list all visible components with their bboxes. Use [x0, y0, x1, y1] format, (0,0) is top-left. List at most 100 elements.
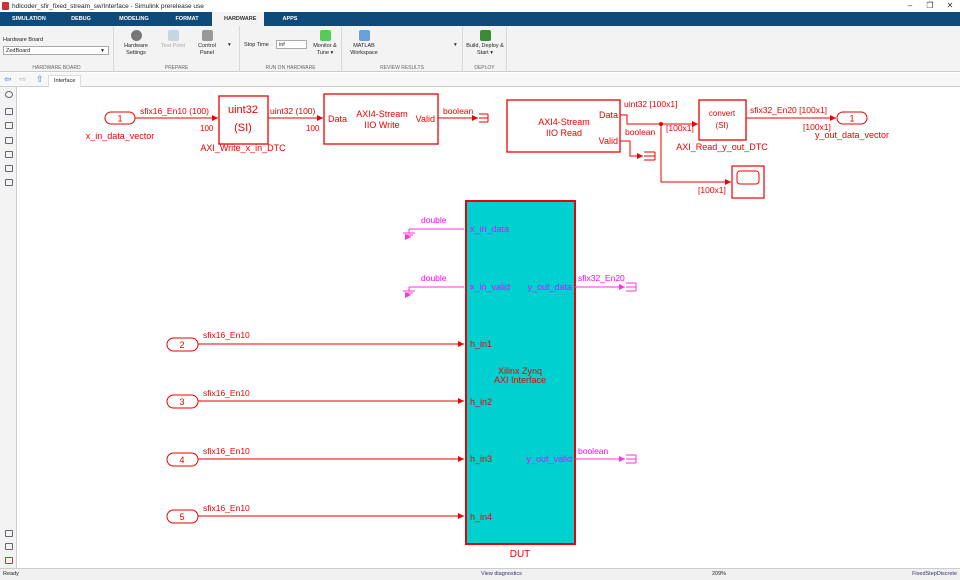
section-label: PREPARE	[164, 65, 189, 71]
inport-h-in4[interactable]: 5	[166, 509, 199, 524]
signal-label: sfix16_En10	[203, 446, 250, 456]
signal-label: double	[421, 215, 447, 225]
ribbon: Hardware Board ZedBoard ▼ HARDWARE BOARD …	[0, 26, 960, 72]
ribbon-tabs: SIMULATION DEBUG MODELING FORMAT HARDWAR…	[0, 12, 960, 34]
fit-view-icon[interactable]	[5, 122, 13, 129]
simulink-icon	[2, 2, 9, 10]
hide-show-icon[interactable]	[5, 91, 13, 98]
solver-link[interactable]: FixedStepDiscrete	[912, 569, 957, 580]
terminator[interactable]	[626, 454, 637, 464]
minimize-button[interactable]: –	[900, 0, 920, 12]
inport-h-in3[interactable]: 4	[166, 452, 199, 467]
build-deploy-button[interactable]: Build, Deploy & Start ▾	[465, 30, 505, 57]
block-text: (SI)	[716, 121, 729, 130]
arrows-icon[interactable]	[5, 137, 13, 144]
block-name: AXI_Write_x_in_DTC	[200, 143, 286, 153]
terminator[interactable]	[644, 151, 656, 161]
hardware-board-dropdown[interactable]: ZedBoard ▼	[3, 46, 109, 55]
tab-apps[interactable]: APPS	[264, 12, 316, 26]
signal-label: boolean	[625, 127, 656, 137]
port-label: h_in4	[470, 512, 492, 522]
tab-simulation[interactable]: SIMULATION	[0, 12, 56, 26]
prepare-more-button[interactable]: ▾	[228, 42, 231, 49]
maximize-button[interactable]: ❐	[920, 0, 940, 12]
terminator[interactable]	[626, 282, 637, 292]
status-bar: Ready View diagnostics 209% FixedStepDis…	[0, 568, 960, 580]
signal-line[interactable]	[620, 140, 643, 159]
matlab-workspace-button[interactable]: MATLAB Workspace	[346, 30, 382, 57]
title-bar: hdlcoder_sfir_fixed_stream_sw/Interface …	[0, 0, 960, 12]
button-label: Control Panel	[198, 43, 216, 56]
inport-x-in-data-vector[interactable]: 1 x_in_data_vector	[86, 111, 155, 141]
inport-h-in1[interactable]: 2	[166, 337, 199, 352]
explorer-icon[interactable]	[5, 543, 13, 550]
forward-icon[interactable]: ⇨	[19, 74, 27, 85]
block-name: y_out_data_vector	[815, 130, 889, 140]
image-icon[interactable]	[5, 151, 13, 158]
area-icon[interactable]	[5, 179, 13, 186]
iio-write-block[interactable]: Data AXI4-Stream IIO Write Valid	[323, 93, 439, 145]
signal-label: sfix32_En20 [100x1]	[750, 105, 827, 115]
signal-label: sfix16_En10	[203, 388, 250, 398]
hardware-settings-button[interactable]: Hardware Settings	[118, 30, 154, 57]
port-number: 1	[849, 114, 854, 124]
port-number: 2	[179, 340, 184, 350]
block-text: IIO Read	[546, 128, 582, 138]
deploy-icon	[479, 30, 491, 41]
scope-block[interactable]	[731, 165, 765, 199]
block-text: IIO Write	[364, 120, 399, 130]
hardware-board-section: Hardware Board ZedBoard ▼ HARDWARE BOARD	[0, 26, 114, 72]
signal-label: sfix16_En10	[203, 330, 250, 340]
port-label: h_in1	[470, 339, 492, 349]
signal-dim: 100	[200, 124, 214, 133]
stop-time-label: Stop Time	[244, 42, 269, 48]
port-number: 1	[117, 114, 122, 124]
view-diagnostics-link[interactable]: View diagnostics	[481, 569, 522, 580]
block-text: uint32	[228, 104, 258, 116]
tab-modeling[interactable]: MODELING	[106, 12, 162, 26]
test-point-button[interactable]: Test Point	[158, 30, 188, 50]
signal-label: sfix16_En10	[203, 503, 250, 513]
zoom-icon[interactable]	[5, 108, 13, 115]
collapse-icon[interactable]	[5, 557, 13, 564]
annotation-icon[interactable]	[5, 165, 13, 172]
terminator[interactable]	[479, 113, 489, 123]
block-diagram: 1 x_in_data_vector sfix16_En10 (100) 100…	[86, 93, 889, 560]
signal-label: sfix32_En20	[578, 273, 625, 283]
dtc-read-block[interactable]: convert (SI)	[698, 99, 747, 141]
signal-dim: [100x1]	[698, 185, 726, 195]
port-number: 5	[179, 512, 184, 522]
inport-h-in2[interactable]: 3	[166, 394, 199, 409]
deploy-section: Build, Deploy & Start ▾ DEPLOY	[463, 26, 507, 72]
ground-x-in-valid[interactable]	[403, 286, 464, 295]
close-button[interactable]: ✕	[940, 0, 960, 12]
tab-debug[interactable]: DEBUG	[56, 12, 106, 26]
dtc-write-block[interactable]: uint32 (SI)	[218, 95, 269, 145]
block-name: x_in_data_vector	[86, 131, 155, 141]
review-more-button[interactable]: ▾	[454, 42, 457, 49]
port-label: Data	[328, 114, 347, 124]
tab-hardware[interactable]: HARDWARE	[212, 12, 264, 26]
back-icon[interactable]: ⇦	[4, 74, 12, 85]
iio-read-block[interactable]: AXI4-Stream IIO Read Data Valid	[506, 99, 621, 153]
stop-time-input[interactable]: inf	[276, 40, 307, 49]
block-text: AXI Interface	[494, 375, 546, 385]
button-label: Monitor & Tune ▾	[313, 43, 337, 56]
signal-label: boolean	[443, 106, 474, 116]
port-label: Valid	[416, 114, 435, 124]
up-icon[interactable]: ⇧	[36, 74, 44, 85]
ground-x-in-data[interactable]	[403, 228, 464, 237]
block-text: AXI4-Stream	[356, 109, 408, 119]
dut-subsystem[interactable]: Xilinx Zynq AXI Interface x_in_data x_in…	[465, 200, 576, 545]
breadcrumb-interface[interactable]: Interface	[48, 75, 82, 87]
port-label: h_in3	[470, 454, 492, 464]
control-panel-button[interactable]: Control Panel	[192, 30, 222, 57]
button-label: Hardware Settings	[124, 43, 148, 56]
monitor-tune-button[interactable]: Monitor & Tune ▾	[310, 30, 340, 57]
button-label: Build, Deploy & Start ▾	[466, 43, 504, 56]
zoom-level: 209%	[712, 571, 727, 577]
tab-format[interactable]: FORMAT	[162, 12, 212, 26]
camera-icon[interactable]	[5, 530, 13, 537]
left-toolbar	[0, 87, 17, 568]
hardware-board-label: Hardware Board	[3, 37, 44, 43]
